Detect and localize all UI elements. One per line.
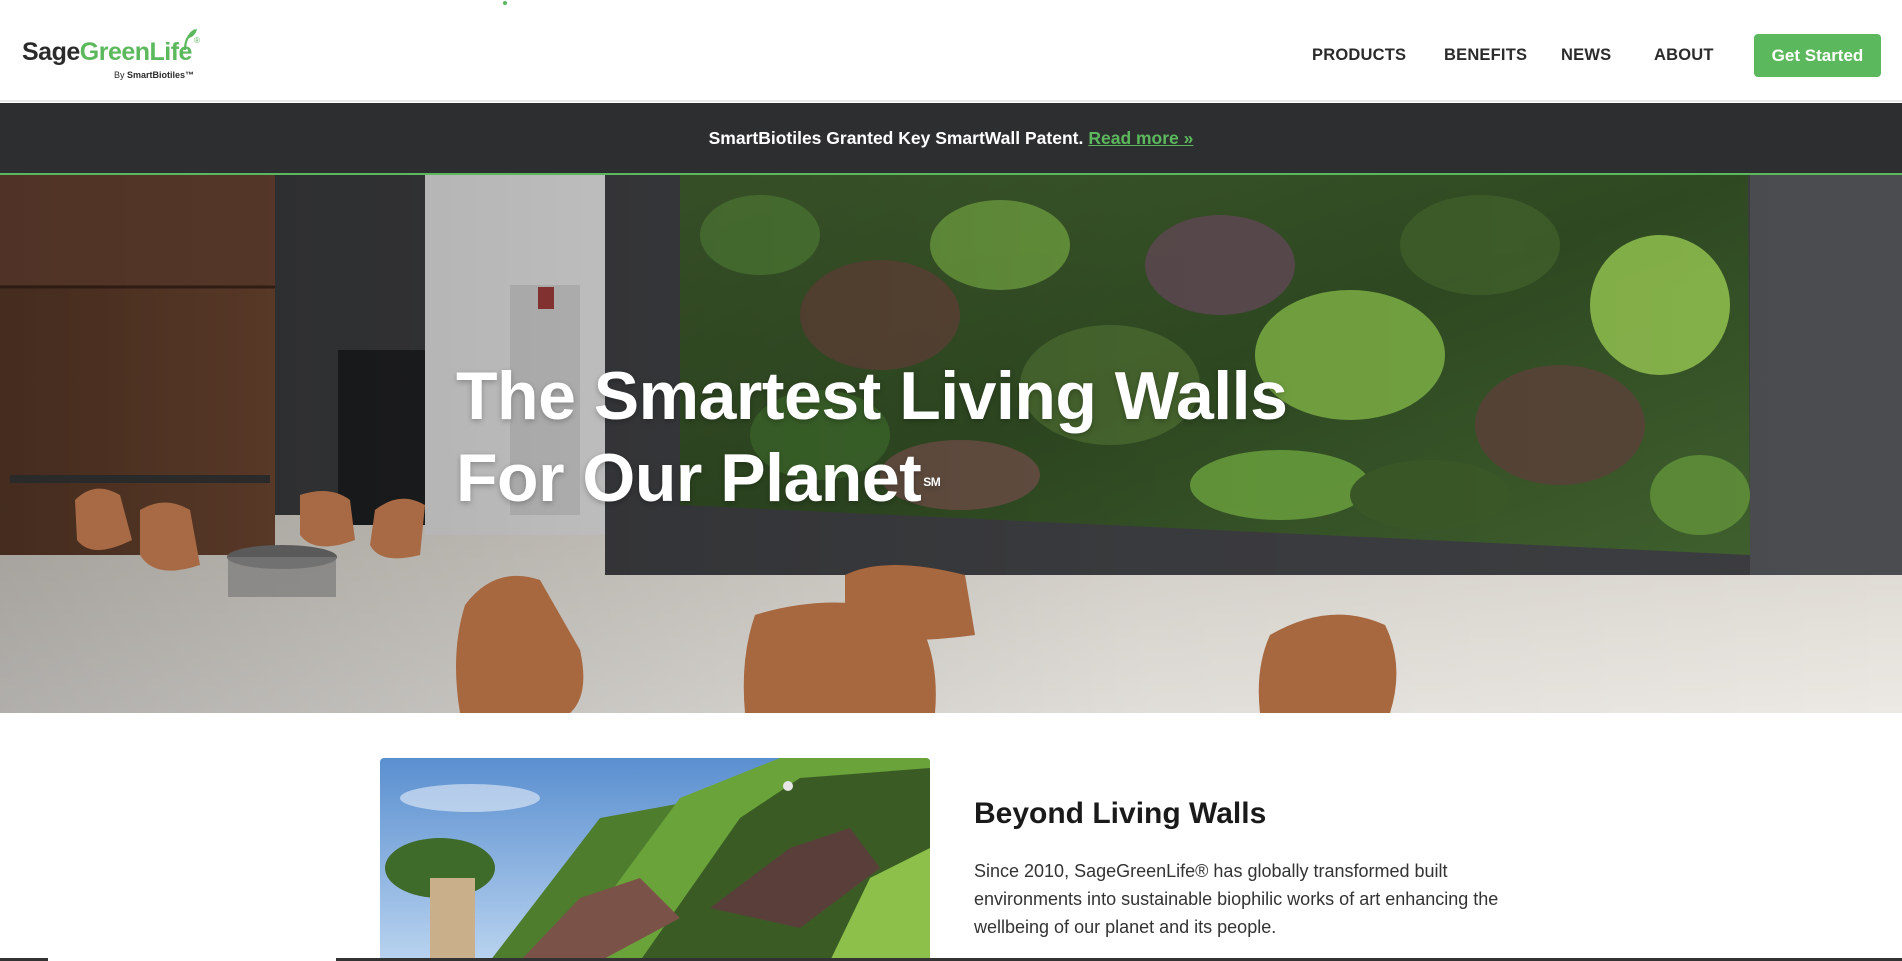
- hero-title-line2: For Our Planet: [456, 440, 922, 516]
- sagegreenlife-logo[interactable]: SageGreenLife ® By SmartBiotiles™: [22, 26, 212, 86]
- site-header: SageGreenLife ® By SmartBiotiles™ PRODUC…: [0, 0, 1902, 102]
- hero-banner: The Smartest Living Walls For Our Planet…: [0, 175, 1902, 713]
- read-more-link[interactable]: Read more »: [1088, 128, 1193, 149]
- nav-benefits[interactable]: BENEFITS: [1444, 46, 1527, 65]
- service-mark: SM: [923, 475, 941, 489]
- logo-byline-prefix: By: [114, 70, 128, 80]
- nav-about[interactable]: ABOUT: [1654, 46, 1714, 65]
- logo-byline-brand: SmartBiotiles™: [127, 70, 195, 80]
- announcement-text: SmartBiotiles Granted Key SmartWall Pate…: [708, 127, 1084, 148]
- logo-wordmark: SageGreenLife: [22, 38, 192, 67]
- logo-word-green: GreenLife: [79, 38, 193, 66]
- logo-byline: By SmartBiotiles™: [114, 70, 194, 80]
- hero-title-line1: The Smartest Living Walls: [456, 358, 1288, 434]
- nav-news[interactable]: NEWS: [1561, 46, 1611, 65]
- nav-products[interactable]: PRODUCTS: [1312, 46, 1406, 65]
- living-wall-photo-graphic: [380, 758, 930, 961]
- section-description: Since 2010, SageGreenLife® has globally …: [974, 861, 1499, 937]
- hero-title: The Smartest Living Walls For Our Planet…: [456, 355, 1288, 519]
- living-wall-photo: [380, 758, 930, 961]
- get-started-button[interactable]: Get Started: [1754, 34, 1881, 77]
- logo-word-dark: Sage: [22, 38, 80, 66]
- decorative-dot: [503, 1, 507, 5]
- logo-registered-mark: ®: [194, 36, 200, 45]
- section-heading: Beyond Living Walls: [974, 797, 1267, 830]
- announcement-bar: SmartBiotiles Granted Key SmartWall Pate…: [0, 103, 1902, 175]
